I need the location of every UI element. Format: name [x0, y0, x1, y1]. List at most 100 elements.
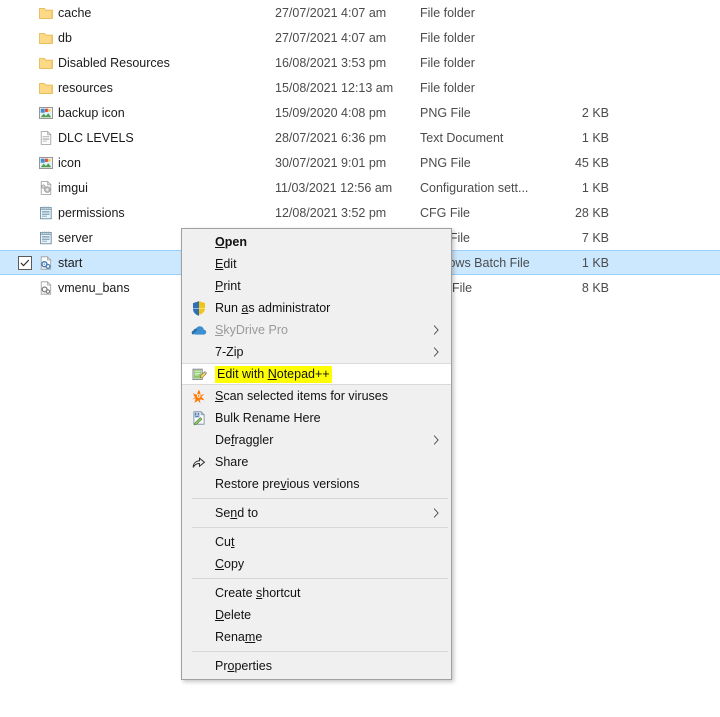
notepadpp-icon [191, 366, 208, 382]
file-size: 1 KB [581, 255, 609, 270]
file-size: 28 KB [574, 205, 609, 220]
file-name: vmenu_bans [58, 280, 130, 295]
menu-item-label: Open [215, 234, 247, 249]
file-type: File folder [420, 30, 475, 45]
file-type: CFG File [420, 205, 470, 220]
file-size: 2 KB [581, 105, 609, 120]
file-type: PNG File [420, 105, 471, 120]
menu-item-properties[interactable]: Properties [182, 655, 451, 677]
menu-item-print[interactable]: Print [182, 275, 451, 297]
menu-item-label: Properties [215, 658, 272, 673]
chevron-right-icon [431, 346, 443, 358]
png-image-icon [38, 105, 54, 121]
menu-item-scan-selected-items-for-viruses[interactable]: Scan selected items for viruses [182, 385, 451, 407]
file-row[interactable]: icon 30/07/2021 9:01 pm PNG File 45 KB [0, 150, 720, 175]
chevron-right-icon [431, 434, 443, 446]
menu-item-share[interactable]: Share [182, 451, 451, 473]
file-name: db [58, 30, 72, 45]
file-row[interactable]: resources 15/08/2021 12:13 am File folder [0, 75, 720, 100]
file-row[interactable]: DLC LEVELS 28/07/2021 6:36 pm Text Documen… [0, 125, 720, 150]
menu-item-create-shortcut[interactable]: Create shortcut [182, 582, 451, 604]
file-name: cache [58, 5, 92, 20]
menu-item-skydrive-pro[interactable]: SkyDrive Pro [182, 319, 451, 341]
file-name: start [58, 255, 83, 270]
menu-item-cut[interactable]: Cut [182, 531, 451, 553]
database-file-icon [38, 280, 54, 296]
menu-item-label: SkyDrive Pro [215, 322, 288, 337]
file-name: backup icon [58, 105, 125, 120]
file-name: permissions [58, 205, 125, 220]
menu-item-copy[interactable]: Copy [182, 553, 451, 575]
menu-item-label: Defraggler [215, 432, 274, 447]
menu-item-label: Scan selected items for viruses [215, 388, 388, 403]
menu-item-label: Send to [215, 505, 259, 520]
menu-separator [192, 578, 448, 579]
file-row[interactable]: permissions 12/08/2021 3:52 pm CFG File 28 … [0, 200, 720, 225]
menu-item-bulk-rename-here[interactable]: A Bulk Rename Here [182, 407, 451, 429]
menu-item-label: Edit [215, 256, 237, 271]
context-menu[interactable]: Open Edit Print Run as administrator SkyDriv… [181, 228, 452, 680]
menu-separator [192, 498, 448, 499]
share-icon [191, 454, 207, 470]
menu-item-defraggler[interactable]: Defraggler [182, 429, 451, 451]
file-name: Disabled Resources [58, 55, 170, 70]
menu-item-label: Share [215, 454, 249, 469]
folder-icon [38, 5, 54, 21]
menu-item-edit[interactable]: Edit [182, 253, 451, 275]
file-date-modified: 16/08/2021 3:53 pm [275, 55, 387, 70]
file-row[interactable]: backup icon 15/09/2020 4:08 pm PNG File 2 K… [0, 100, 720, 125]
file-type: File folder [420, 80, 475, 95]
file-name: imgui [58, 180, 88, 195]
file-type: Configuration sett... [420, 180, 529, 195]
chevron-right-icon [431, 324, 443, 336]
menu-separator [192, 651, 448, 652]
file-size: 1 KB [581, 180, 609, 195]
file-size: 1 KB [581, 130, 609, 145]
menu-item-label: Run as administrator [215, 300, 331, 315]
menu-item-7-zip[interactable]: 7-Zip [182, 341, 451, 363]
menu-item-delete[interactable]: Delete [182, 604, 451, 626]
png-image-icon [38, 155, 54, 171]
menu-item-label: Create shortcut [215, 585, 301, 600]
file-name: resources [58, 80, 113, 95]
menu-item-label: Delete [215, 607, 252, 622]
file-size: 8 KB [581, 280, 609, 295]
menu-separator [192, 527, 448, 528]
folder-icon [38, 80, 54, 96]
file-date-modified: 28/07/2021 6:36 pm [275, 130, 387, 145]
file-row[interactable]: db 27/07/2021 4:07 am File folder [0, 25, 720, 50]
menu-item-open[interactable]: Open [182, 231, 451, 253]
folder-icon [38, 55, 54, 71]
file-row[interactable]: imgui 11/03/2021 12:56 am Configuration se… [0, 175, 720, 200]
row-checkbox[interactable] [18, 255, 32, 270]
menu-item-label: Rename [215, 629, 263, 644]
folder-icon [38, 30, 54, 46]
file-type: PNG File [420, 155, 471, 170]
file-date-modified: 11/03/2021 12:56 am [275, 180, 393, 195]
file-date-modified: 12/08/2021 3:52 pm [275, 205, 387, 220]
bulk-rename-icon: A [191, 410, 207, 426]
menu-item-label: Copy [215, 556, 245, 571]
file-date-modified: 15/09/2020 4:08 pm [275, 105, 387, 120]
file-name: DLC LEVELS [58, 130, 134, 145]
file-type: Text Document [420, 130, 504, 145]
skydrive-cloud-icon [191, 322, 207, 338]
menu-item-restore-previous-versions[interactable]: Restore previous versions [182, 473, 451, 495]
notepad-cfg-icon [38, 205, 54, 221]
menu-item-label: Bulk Rename Here [215, 410, 321, 425]
config-settings-icon [38, 180, 54, 196]
file-date-modified: 27/07/2021 4:07 am [275, 30, 387, 45]
menu-item-rename[interactable]: Rename [182, 626, 451, 648]
file-row[interactable]: cache 27/07/2021 4:07 am File folder [0, 0, 720, 25]
file-type: File folder [420, 55, 475, 70]
avast-scan-icon [191, 388, 207, 404]
notepad-cfg-icon [38, 230, 54, 246]
menu-item-label: Print [215, 278, 241, 293]
file-size: 7 KB [581, 230, 609, 245]
file-date-modified: 30/07/2021 9:01 pm [275, 155, 387, 170]
file-row[interactable]: Disabled Resources 16/08/2021 3:53 pm File… [0, 50, 720, 75]
menu-item-edit-with-notepad[interactable]: Edit with Notepad++ [182, 363, 451, 385]
menu-item-run-as-administrator[interactable]: Run as administrator [182, 297, 451, 319]
menu-item-send-to[interactable]: Send to [182, 502, 451, 524]
menu-item-label: Restore previous versions [215, 476, 360, 491]
